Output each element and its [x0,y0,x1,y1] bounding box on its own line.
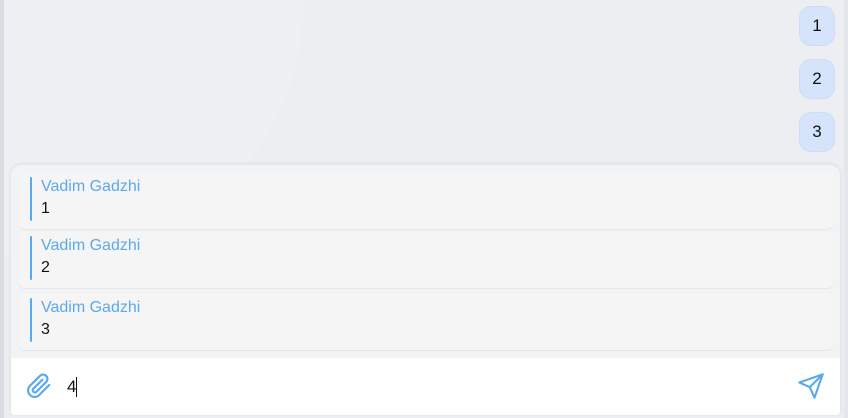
composer-panel: Vadim Gadzhi 1 Vadim Gadzhi 2 Vadim Gadz… [11,165,840,415]
reply-text: 2 [41,259,50,276]
reply-text: 3 [41,321,50,338]
reply-text: 1 [41,200,50,217]
message-input[interactable] [67,372,767,402]
reply-accent-bar [30,177,32,221]
message-bubble[interactable]: 1 [799,6,835,46]
attach-button[interactable] [25,372,53,400]
send-button[interactable] [796,371,826,401]
scrollbar-track[interactable] [844,0,848,418]
message-bubble[interactable]: 2 [799,59,835,99]
message-text: 3 [812,122,822,141]
reply-author: Vadim Gadzhi [41,178,141,195]
reply-preview[interactable]: Vadim Gadzhi 2 [19,232,833,288]
send-icon [798,373,824,399]
reply-preview[interactable]: Vadim Gadzhi 1 [19,173,833,229]
message-input-bar [11,358,840,415]
paperclip-icon [27,373,51,398]
text-caret [76,377,77,397]
message-bubble[interactable]: 3 [799,112,835,152]
reply-accent-bar [30,298,32,342]
reply-author: Vadim Gadzhi [41,299,141,316]
reply-preview[interactable]: Vadim Gadzhi 3 [19,294,833,350]
message-text: 2 [812,69,822,88]
message-text: 1 [812,16,822,35]
reply-author: Vadim Gadzhi [41,237,141,254]
reply-accent-bar [30,236,32,280]
